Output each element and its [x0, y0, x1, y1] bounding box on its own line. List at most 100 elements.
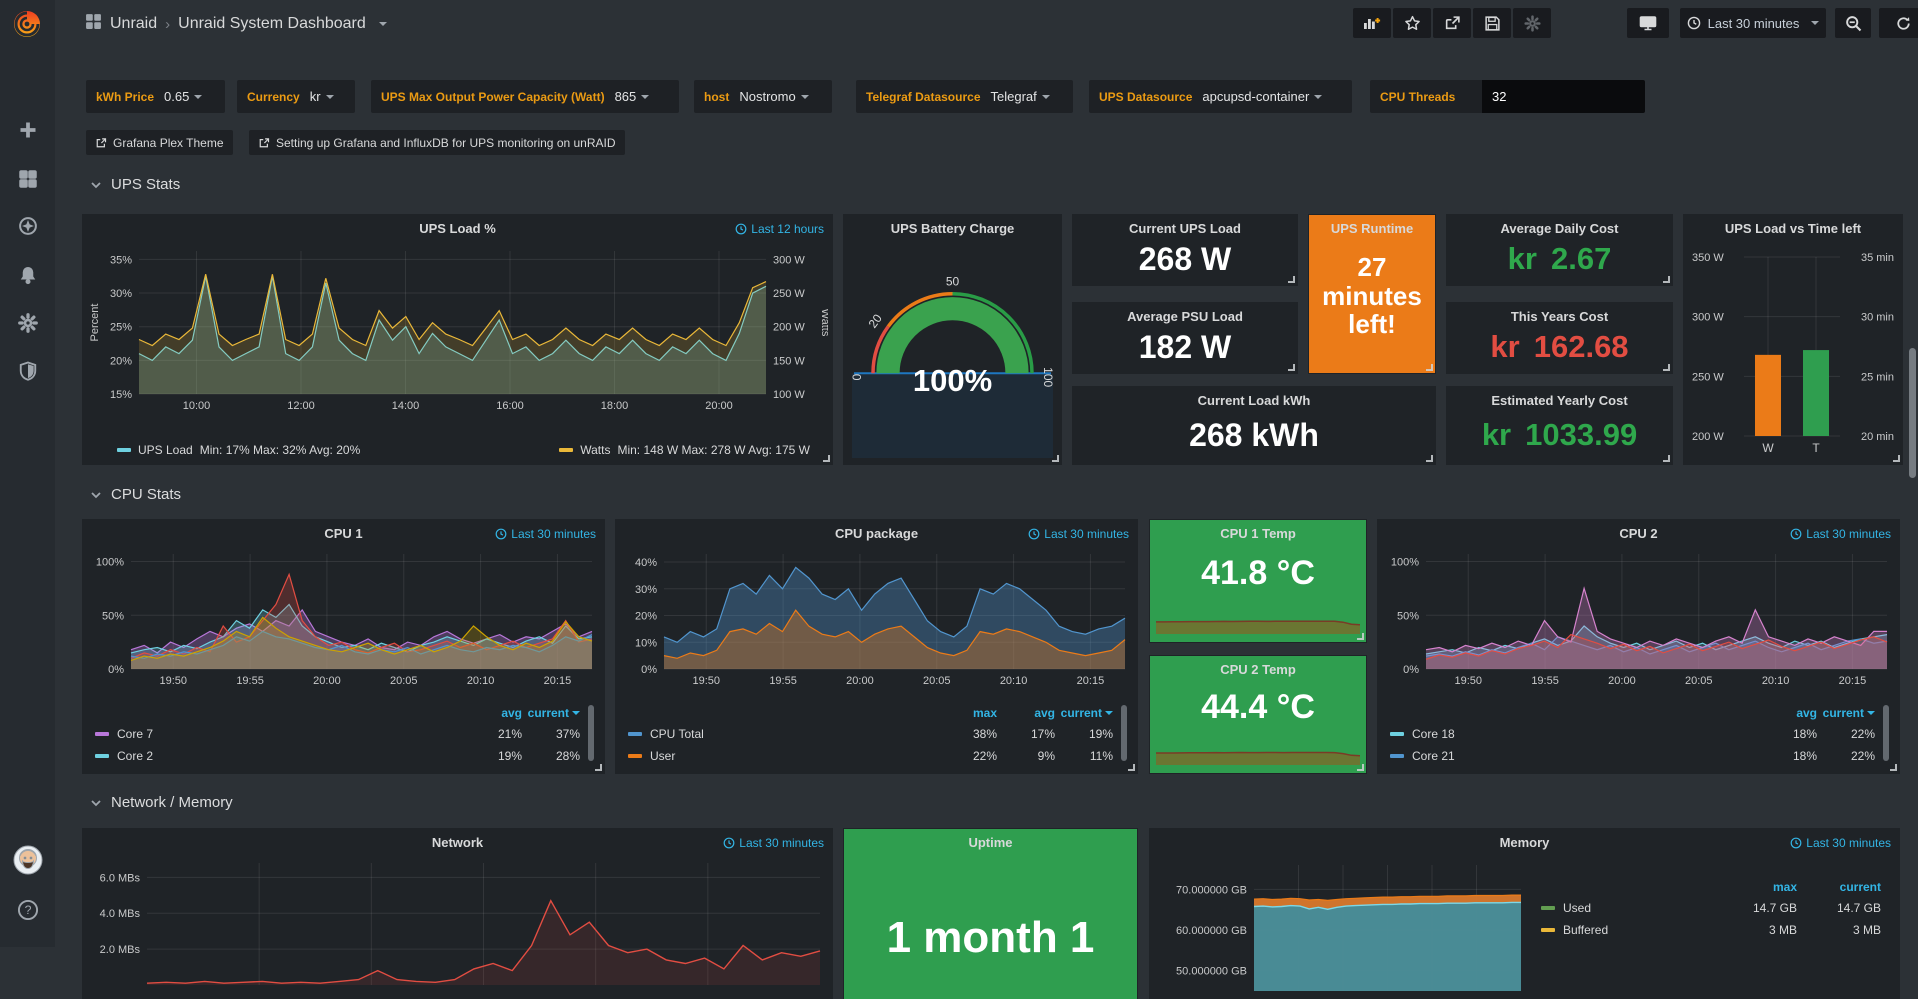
legend-col-avg[interactable]: avg [997, 706, 1055, 720]
grafana-logo[interactable] [10, 7, 44, 41]
cpu-threads-input[interactable] [1482, 80, 1645, 113]
sidebar-alerting-icon[interactable] [0, 255, 55, 295]
cpu2-chart[interactable]: 0%50%100%19:5019:5520:0020:0520:1020:15 [1382, 548, 1895, 689]
variable-value-dropdown[interactable]: Nostromo [739, 89, 808, 104]
legend-scrollbar[interactable] [1121, 705, 1127, 761]
legend-series-name[interactable]: User [650, 749, 939, 763]
legend-series-name[interactable]: Buffered [1563, 923, 1713, 937]
time-picker-button[interactable]: Last 30 minutes [1680, 8, 1826, 38]
panel-resize-handle[interactable] [1426, 455, 1433, 462]
panel-resize-handle[interactable] [1357, 633, 1364, 640]
panel-resize-handle[interactable] [1052, 455, 1059, 462]
panel-title[interactable]: CPU 1 Temp [1150, 526, 1366, 541]
legend-scrollbar[interactable] [1883, 705, 1889, 761]
panel-title[interactable]: Estimated Yearly Cost [1447, 393, 1672, 408]
legend-row[interactable]: Buffered 3 MB 3 MB [1541, 919, 1881, 941]
variable-value-dropdown[interactable]: kr [310, 89, 334, 104]
panel-title[interactable]: This Years Cost [1447, 309, 1672, 324]
sidebar-configuration-icon[interactable] [0, 303, 55, 343]
panel-title[interactable]: Uptime [844, 835, 1137, 850]
zoom-out-button[interactable] [1835, 8, 1871, 38]
legend-col-current[interactable]: current [1055, 706, 1113, 720]
panel-title[interactable]: UPS Runtime [1309, 221, 1435, 236]
variable-value-dropdown[interactable]: Telegraf [991, 89, 1050, 104]
variable-value-dropdown[interactable]: 865 [615, 89, 650, 104]
ups-load-vs-time-chart[interactable]: 200 W250 W300 W350 W20 min25 min30 min35… [1688, 243, 1898, 458]
legend-series-name[interactable]: Core 21 [1412, 749, 1759, 763]
dashboard-title[interactable]: Unraid System Dashboard [178, 15, 366, 33]
dashboard-grid-icon[interactable] [85, 13, 102, 35]
legend-col-current[interactable]: current [522, 706, 580, 720]
network-chart[interactable]: 2.0 MBs4.0 MBs6.0 MBs [87, 857, 828, 995]
legend-col-current[interactable]: current [1817, 706, 1875, 720]
legend-series-name[interactable]: Core 7 [117, 727, 464, 741]
legend-row[interactable]: CPU Total 38% 17% 19% [628, 723, 1113, 745]
legend-row[interactable]: Core 21 18% 22% [1390, 745, 1875, 767]
legend-col-avg[interactable]: avg [464, 706, 522, 720]
panel-title[interactable]: Average Daily Cost [1447, 221, 1672, 236]
legend-series-name[interactable]: Core 2 [117, 749, 464, 763]
variable-value-dropdown[interactable]: 0.65 [164, 89, 202, 104]
section-network-memory[interactable]: Network / Memory [90, 794, 233, 811]
dashboard-title-caret-icon[interactable] [379, 22, 387, 30]
panel-title[interactable]: UPS Load vs Time left [1684, 221, 1902, 236]
dashboard-settings-icon[interactable] [1513, 8, 1551, 38]
panel-resize-handle[interactable] [1890, 764, 1897, 771]
variable-value-dropdown[interactable]: apcupsd-container [1202, 89, 1322, 104]
panel-title[interactable]: Current UPS Load [1073, 221, 1297, 236]
panel-resize-handle[interactable] [1426, 364, 1433, 371]
legend-series-name[interactable]: Used [1563, 901, 1713, 915]
cycle-view-mode-button[interactable] [1627, 8, 1669, 38]
sidebar-server-admin-icon[interactable] [0, 351, 55, 391]
legend-col-avg[interactable]: avg [1759, 706, 1817, 720]
cpu-package-chart[interactable]: 0%10%20%30%40%19:5019:5520:0020:0520:102… [620, 548, 1133, 689]
share-button[interactable] [1433, 8, 1471, 38]
legend-row[interactable]: Used 14.7 GB 14.7 GB [1541, 897, 1881, 919]
sidebar-explore-icon[interactable] [0, 206, 55, 246]
time-range-badge[interactable]: Last 30 minutes [1028, 527, 1129, 541]
legend-row[interactable]: User 22% 9% 11% [628, 745, 1113, 767]
panel-title[interactable]: UPS Load % [83, 221, 832, 236]
sidebar-dashboards-icon[interactable] [0, 159, 55, 199]
legend-scrollbar[interactable] [588, 705, 594, 761]
section-cpu-stats[interactable]: CPU Stats [90, 486, 181, 503]
legend-series-name[interactable]: Core 18 [1412, 727, 1759, 741]
panel-resize-handle[interactable] [1288, 364, 1295, 371]
dashboard-link-plex-theme[interactable]: Grafana Plex Theme [86, 130, 233, 155]
legend-series-name[interactable]: CPU Total [650, 727, 939, 741]
panel-resize-handle[interactable] [1663, 455, 1670, 462]
ups-battery-gauge[interactable]: 02050100100% [848, 243, 1057, 460]
panel-resize-handle[interactable] [823, 455, 830, 462]
time-range-badge[interactable]: Last 30 minutes [495, 527, 596, 541]
refresh-icon[interactable] [1887, 16, 1918, 31]
legend-row[interactable]: Core 18 18% 22% [1390, 723, 1875, 745]
time-range-badge[interactable]: Last 30 minutes [1790, 836, 1891, 850]
star-button[interactable] [1393, 8, 1431, 38]
ups-load-chart[interactable]: 15%20%25%30%35%100 W150 W200 W250 W300 W… [87, 243, 828, 414]
legend-row[interactable]: Core 2 19% 28% [95, 745, 580, 767]
panel-title[interactable]: CPU 2 Temp [1150, 662, 1366, 677]
sidebar-create-icon[interactable] [0, 110, 55, 150]
panel-title[interactable]: Network [83, 835, 832, 850]
add-panel-button[interactable] [1353, 8, 1391, 38]
page-scrollbar[interactable] [1909, 348, 1916, 478]
memory-chart[interactable]: 50.000000 GB60.000000 GB70.000000 GB [1154, 857, 1527, 995]
panel-resize-handle[interactable] [1663, 364, 1670, 371]
panel-title[interactable]: Average PSU Load [1073, 309, 1297, 324]
breadcrumb-folder[interactable]: Unraid [110, 15, 157, 33]
cpu1-chart[interactable]: 0%50%100%19:5019:5520:0020:0520:1020:15 [87, 548, 600, 689]
legend-col-current[interactable]: current [1797, 880, 1881, 894]
panel-resize-handle[interactable] [1663, 276, 1670, 283]
dashboard-link-ups-guide[interactable]: Setting up Grafana and InfluxDB for UPS … [249, 130, 625, 155]
panel-resize-handle[interactable] [595, 764, 602, 771]
legend-row[interactable]: Core 7 21% 37% [95, 723, 580, 745]
panel-title[interactable]: Memory [1150, 835, 1899, 850]
time-range-badge[interactable]: Last 30 minutes [1790, 527, 1891, 541]
legend-item[interactable]: Watts Min: 148 W Max: 278 W Avg: 175 W [559, 443, 810, 457]
panel-resize-handle[interactable] [1288, 276, 1295, 283]
save-button[interactable] [1473, 8, 1511, 38]
time-range-badge[interactable]: Last 12 hours [735, 222, 824, 236]
time-range-badge[interactable]: Last 30 minutes [723, 836, 824, 850]
help-icon[interactable]: ? [0, 890, 55, 930]
panel-resize-handle[interactable] [1893, 455, 1900, 462]
